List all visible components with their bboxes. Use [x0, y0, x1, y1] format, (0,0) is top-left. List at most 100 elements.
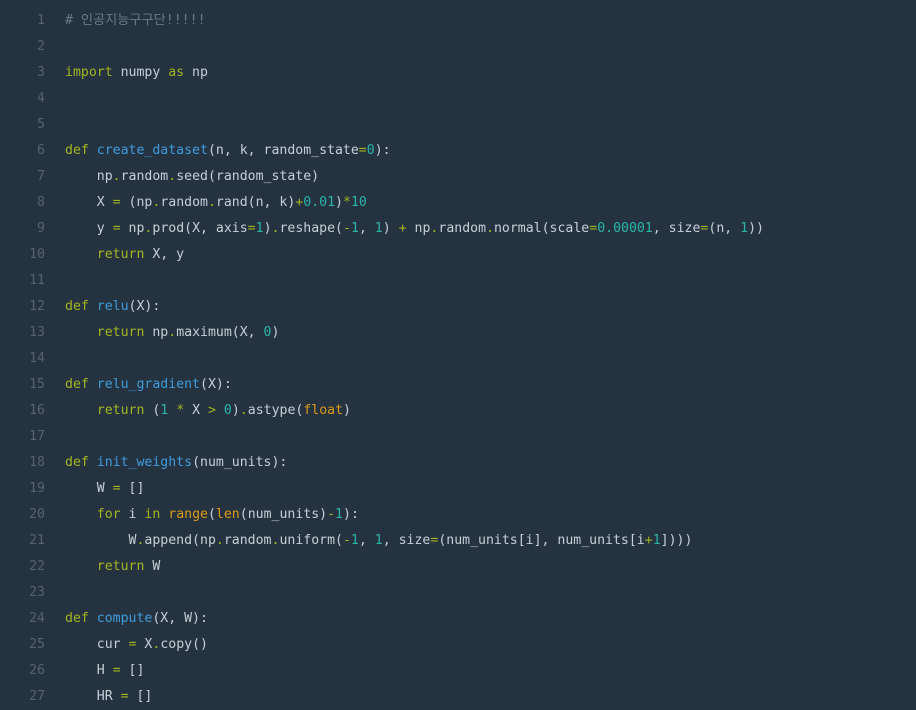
code-token: = — [112, 195, 121, 210]
code-token: , — [358, 221, 375, 236]
code-line[interactable]: 17 — [0, 424, 916, 450]
code-token: relu — [96, 299, 129, 314]
code-line[interactable]: 3 import numpy as np — [0, 60, 916, 86]
code-line[interactable]: 2 — [0, 34, 916, 60]
code-token: 1 — [350, 221, 359, 236]
line-number: 10 — [29, 247, 45, 262]
code-line[interactable]: 27 HR = [] — [0, 684, 916, 710]
code-line[interactable]: 15 def relu_gradient(X): — [0, 372, 916, 398]
line-content: return np.maximum(X, 0) — [65, 320, 280, 346]
code-token: , size — [652, 221, 701, 236]
code-token: np — [144, 325, 169, 340]
code-line[interactable]: 11 — [0, 268, 916, 294]
line-number: 2 — [37, 39, 45, 54]
code-token: random — [223, 533, 272, 548]
line-number: 23 — [29, 585, 45, 600]
code-token: ( — [207, 507, 216, 522]
code-token: create_dataset — [96, 143, 208, 158]
code-token: - — [327, 507, 336, 522]
code-line[interactable]: 6 def create_dataset(n, k, random_state=0… — [0, 138, 916, 164]
code-token: ]))) — [660, 533, 693, 548]
code-line[interactable]: 26 H = [] — [0, 658, 916, 684]
code-token: + — [398, 221, 407, 236]
code-token: reshape( — [279, 221, 343, 236]
code-token: . — [112, 169, 121, 184]
line-number: 16 — [29, 403, 45, 418]
code-token: ) — [343, 403, 351, 418]
line-number: 15 — [29, 377, 45, 392]
code-token: 0 — [366, 143, 375, 158]
code-token: (X): — [200, 377, 232, 392]
code-line[interactable]: 14 — [0, 346, 916, 372]
code-token: ) — [231, 403, 240, 418]
code-line[interactable]: 19 W = [] — [0, 476, 916, 502]
code-line[interactable]: 24 def compute(X, W): — [0, 606, 916, 632]
code-token: uniform( — [279, 533, 343, 548]
code-token: 1 — [350, 533, 359, 548]
code-token: relu_gradient — [96, 377, 200, 392]
code-token: - — [342, 533, 351, 548]
code-token: > — [207, 403, 216, 418]
code-token: X — [65, 195, 113, 210]
code-line[interactable]: 21 W.append(np.random.uniform(-1, 1, siz… — [0, 528, 916, 554]
line-content: import numpy as np — [65, 60, 208, 86]
code-token: X, y — [144, 247, 185, 262]
code-token: # 인공지능구구단!!!!! — [65, 13, 206, 28]
code-line[interactable]: 4 — [0, 86, 916, 112]
code-line[interactable]: 1 # 인공지능구구단!!!!! — [0, 8, 916, 34]
code-token: compute — [96, 611, 153, 626]
code-token: maximum(X, — [176, 325, 264, 340]
line-number: 5 — [37, 117, 45, 132]
code-line[interactable]: 13 return np.maximum(X, 0) — [0, 320, 916, 346]
line-number: 14 — [29, 351, 45, 366]
code-line[interactable]: 16 return (1 * X > 0).astype(float) — [0, 398, 916, 424]
line-content: cur = X.copy() — [65, 632, 208, 658]
code-token: ) — [271, 325, 280, 340]
line-content: X = (np.random.rand(n, k)+0.01)*10 — [65, 190, 367, 216]
code-line[interactable]: 18 def init_weights(num_units): — [0, 450, 916, 476]
line-content: return W — [65, 554, 161, 580]
code-token: ) — [335, 195, 343, 210]
code-line[interactable]: 10 return X, y — [0, 242, 916, 268]
code-token: . — [207, 195, 216, 210]
code-editor[interactable]: 1 # 인공지능구구단!!!!! 2 3 import numpy as np 4 5 6 de… — [0, 0, 916, 710]
code-token: append(np — [144, 533, 216, 548]
code-token: [] — [120, 481, 145, 496]
code-line[interactable]: 25 cur = X.copy() — [0, 632, 916, 658]
code-token: (num_units): — [192, 455, 288, 470]
line-number: 26 — [29, 663, 45, 678]
code-line[interactable]: 22 return W — [0, 554, 916, 580]
code-token: copy() — [160, 637, 208, 652]
code-token: (np — [120, 195, 153, 210]
code-token: (n, k, random_state — [207, 143, 359, 158]
code-line[interactable]: 20 for i in range(len(num_units)-1): — [0, 502, 916, 528]
code-token: def — [65, 455, 89, 470]
code-line[interactable]: 7 np.random.seed(random_state) — [0, 164, 916, 190]
code-token: . — [486, 221, 494, 236]
code-line[interactable]: 12 def relu(X): — [0, 294, 916, 320]
code-token: random — [160, 195, 208, 210]
code-token: np — [184, 65, 208, 80]
code-token: return — [96, 247, 145, 262]
code-token: ) — [263, 221, 272, 236]
code-token: = — [112, 481, 121, 496]
line-number: 1 — [37, 13, 45, 28]
code-token: as — [168, 65, 185, 80]
line-number: 9 — [37, 221, 45, 236]
line-number: 11 — [29, 273, 45, 288]
code-token: normal(scale — [493, 221, 590, 236]
code-token: + — [644, 533, 653, 548]
code-token: 1 — [740, 221, 749, 236]
code-line[interactable]: 9 y = np.prod(X, axis=1).reshape(-1, 1) … — [0, 216, 916, 242]
code-line[interactable]: 8 X = (np.random.rand(n, k)+0.01)*10 — [0, 190, 916, 216]
code-token: ): — [374, 143, 391, 158]
line-number: 3 — [37, 65, 45, 80]
code-line[interactable]: 23 — [0, 580, 916, 606]
code-token: ) — [382, 221, 399, 236]
code-line[interactable]: 5 — [0, 112, 916, 138]
code-token: W — [144, 559, 161, 574]
code-token: return — [96, 325, 145, 340]
